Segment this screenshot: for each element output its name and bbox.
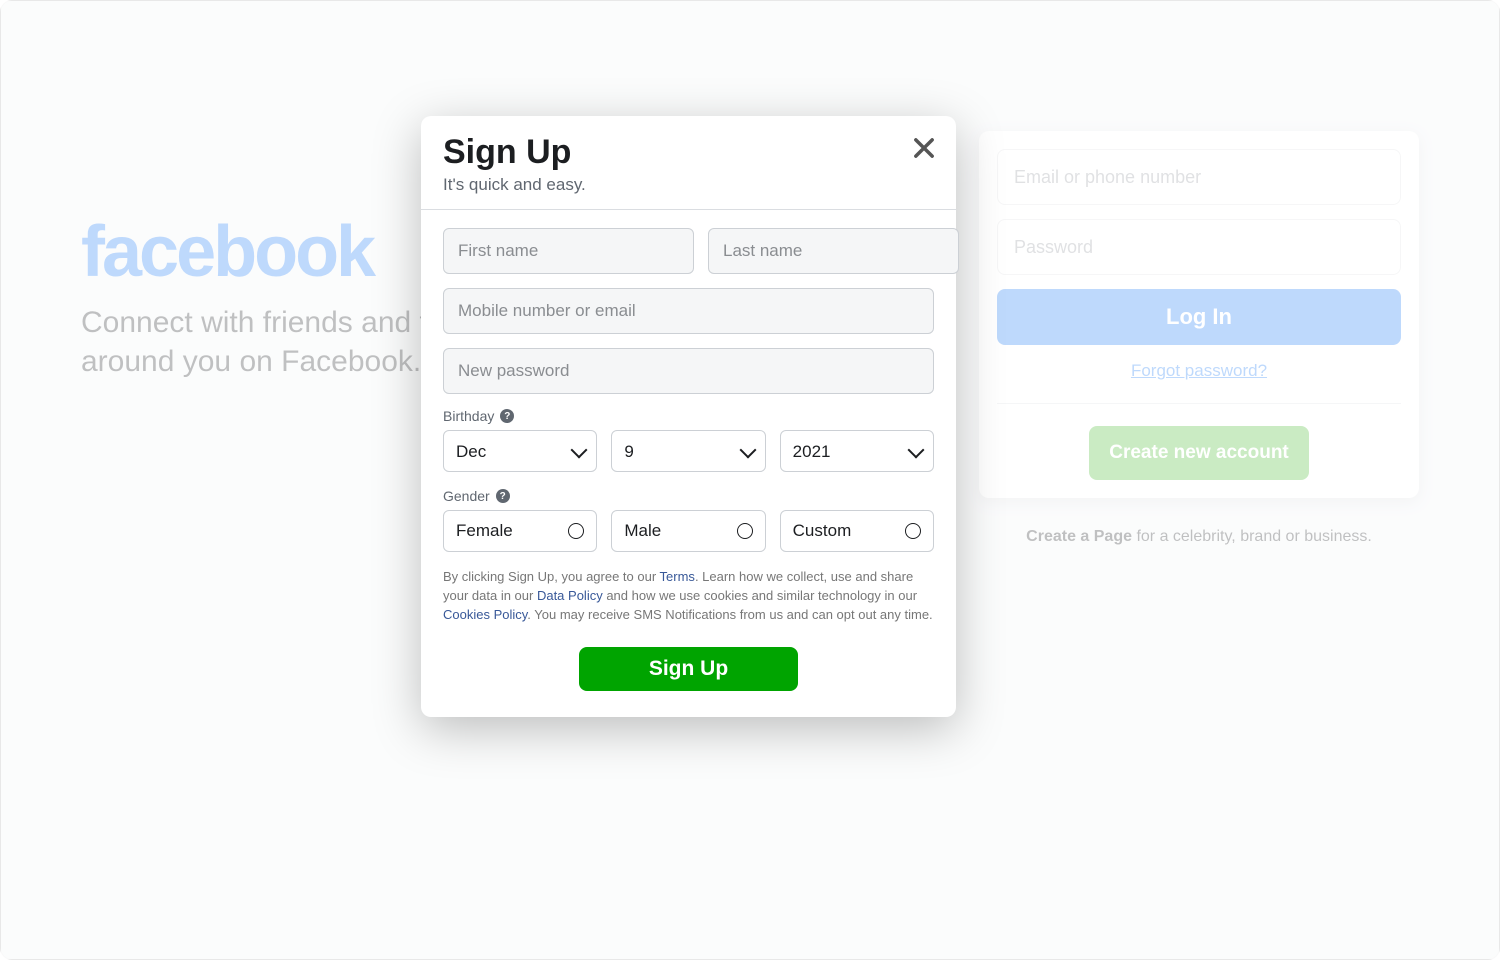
radio-dot-icon	[568, 523, 584, 539]
contact-field[interactable]	[443, 288, 934, 334]
help-icon[interactable]: ?	[500, 409, 514, 423]
new-password-field[interactable]	[443, 348, 934, 394]
birthday-month-select[interactable]: Dec	[443, 430, 597, 472]
birthday-day-select[interactable]: 9	[611, 430, 765, 472]
help-icon[interactable]: ?	[496, 489, 510, 503]
gender-male-radio[interactable]: Male	[611, 510, 765, 552]
modal-subtitle: It's quick and easy.	[443, 175, 934, 195]
data-policy-link[interactable]: Data Policy	[537, 588, 603, 603]
close-icon[interactable]	[910, 134, 938, 162]
legal-text: By clicking Sign Up, you agree to our Te…	[443, 568, 934, 625]
first-name-field[interactable]	[443, 228, 694, 274]
birthday-label: Birthday ?	[443, 408, 934, 424]
radio-label: Female	[456, 521, 513, 541]
gender-female-radio[interactable]: Female	[443, 510, 597, 552]
birthday-year-select[interactable]: 2021	[780, 430, 934, 472]
modal-title: Sign Up	[443, 134, 934, 171]
radio-label: Male	[624, 521, 661, 541]
gender-label: Gender ?	[443, 488, 934, 504]
gender-custom-radio[interactable]: Custom	[780, 510, 934, 552]
signup-modal: Sign Up It's quick and easy. Birthday ?	[421, 116, 956, 717]
signup-button[interactable]: Sign Up	[579, 647, 798, 691]
radio-label: Custom	[793, 521, 852, 541]
cookies-policy-link[interactable]: Cookies Policy	[443, 607, 527, 622]
last-name-field[interactable]	[708, 228, 959, 274]
terms-link[interactable]: Terms	[660, 569, 695, 584]
radio-dot-icon	[737, 523, 753, 539]
radio-dot-icon	[905, 523, 921, 539]
